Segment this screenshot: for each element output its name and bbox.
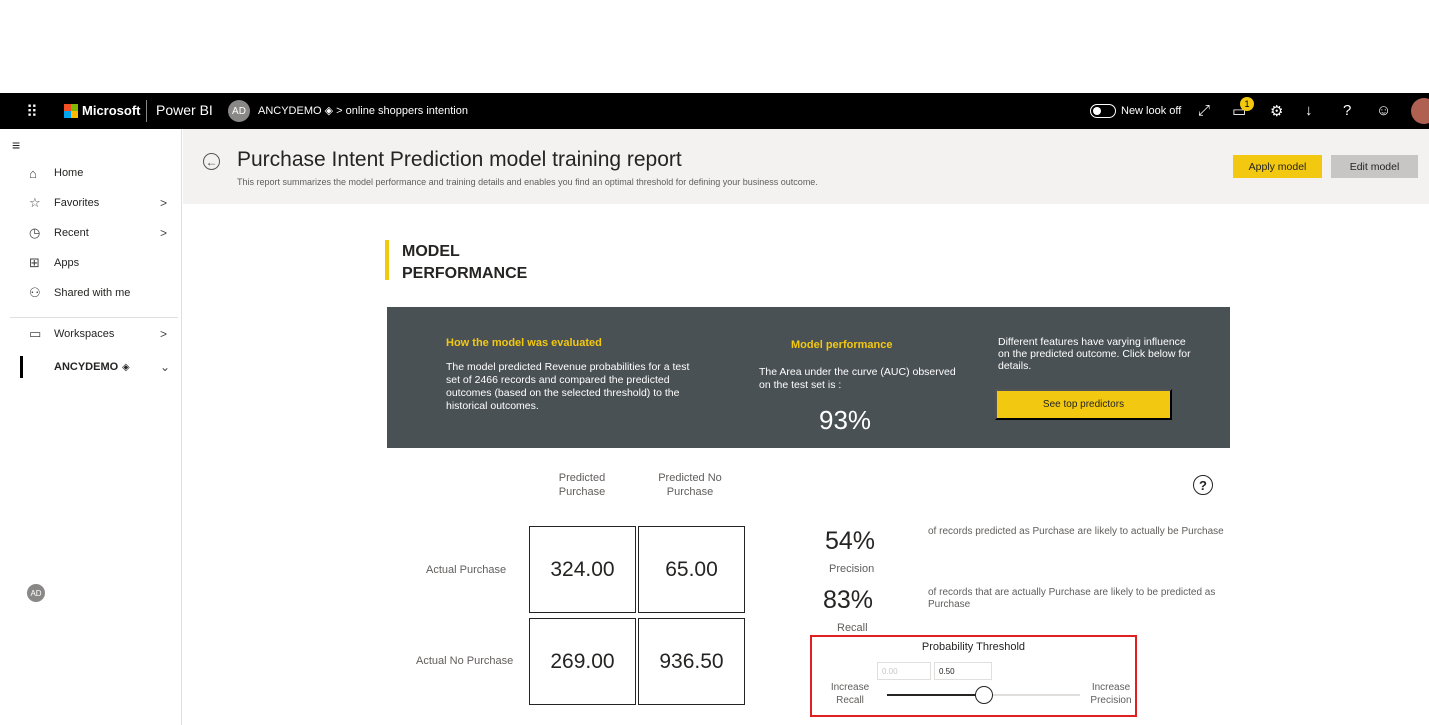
sidebar-item-favorites[interactable]: ☆ Favorites > [0,191,182,215]
sidebar-item-label: Shared with me [54,287,131,299]
breadcrumb: ANCYDEMO ◈ > online shoppers intention [258,104,468,117]
chevron-right-icon[interactable]: > [160,226,167,240]
chevron-right-icon[interactable]: > [160,196,167,210]
threshold-title: Probability Threshold [921,641,1026,653]
expand-icon[interactable]: ⤢ [1198,102,1210,119]
threshold-slider-track[interactable] [887,686,1080,704]
increase-recall-label: Increase Recall [826,681,874,707]
increase-recall-text: Increase Recall [830,682,870,706]
recall-value: 83% [823,586,874,614]
precision-description: of records predicted as Purchase are lik… [928,526,1224,537]
workspace-avatar: AD [27,584,45,602]
home-icon: ⌂ [29,165,37,181]
increase-precision-text: Increase Precision [1090,682,1132,706]
sidebar-item-recent[interactable]: ◷ Recent > [0,221,182,245]
chevron-down-icon[interactable]: ⌄ [160,360,170,374]
sidebar-item-shared[interactable]: ⚇ Shared with me [0,281,182,305]
diamond-icon: ◈ [122,361,130,373]
sidebar-item-label: Workspaces [54,328,115,340]
settings-icon[interactable]: ⚙ [1270,102,1283,120]
sidebar-item-label: Favorites [54,197,100,209]
features-text: Different features have varying influenc… [998,336,1191,372]
breadcrumb-item[interactable]: online shoppers intention [346,105,468,117]
back-arrow-icon[interactable]: ← [203,153,220,170]
eval-heading: How the model was evaluated [446,337,602,349]
performance-heading: Model performance [791,339,893,351]
recall-description: of records that are actually Purchase ar… [928,587,1216,610]
sidebar-item-home[interactable]: ⌂ Home [0,161,182,185]
section-title: MODEL PERFORMANCE [402,243,528,282]
new-look-toggle[interactable] [1090,104,1116,118]
matrix-cell-tp: 324.00 [529,526,636,613]
sidebar: ≡ ⌂ Home ☆ Favorites > ◷ Recent > ⊞ Apps… [0,129,182,725]
eval-text: The model predicted Revenue probabilitie… [446,361,690,412]
page-subtitle: This report summarizes the model perform… [237,177,818,187]
row-header-actual-no-purchase: Actual No Purchase [416,655,514,667]
clock-icon: ◷ [29,225,41,240]
hamburger-menu-icon[interactable]: ≡ [12,137,20,153]
feedback-smiley-icon[interactable]: ☺ [1376,102,1391,119]
sidebar-item-workspaces[interactable]: ▭ Workspaces > [0,322,182,346]
sidebar-item-label: Home [54,167,84,179]
threshold-min-input: 0.00 [877,662,931,680]
section-accent-bar [385,240,389,280]
app-launcher-icon[interactable]: ⠿ [26,102,38,122]
matrix-cell-fp: 269.00 [529,618,636,705]
report-header: ← Purchase Intent Prediction model train… [183,129,1429,204]
star-icon: ☆ [29,195,41,210]
workspace-avatar: AD [228,100,250,122]
evaluation-panel: How the model was evaluated The model pr… [387,307,1230,448]
app-name[interactable]: Power BI [156,102,213,118]
sidebar-item-label: ANCYDEMO [54,361,119,373]
sidebar-item-ancydemo[interactable]: AD ANCYDEMO ◈ ⌄ [0,355,182,602]
sidebar-divider [10,317,178,318]
column-header-predicted-purchase: Predicted Purchase [558,472,606,498]
precision-value: 54% [825,527,876,555]
chevron-right-icon[interactable]: > [160,327,167,341]
breadcrumb-workspace[interactable]: ANCYDEMO [258,105,322,117]
threshold-slider-fill [887,694,984,696]
user-avatar[interactable] [1411,98,1429,124]
apps-icon: ⊞ [29,255,40,270]
precision-label: Precision [829,563,875,575]
auc-value: 93% [819,405,872,435]
apply-model-button[interactable]: Apply model [1233,155,1322,178]
shared-icon: ⚇ [29,285,41,300]
sidebar-item-apps[interactable]: ⊞ Apps [0,251,182,275]
new-look-label: New look off [1121,105,1182,117]
probability-threshold-panel: Probability Threshold 0.00 0.50 Increase… [810,635,1137,717]
sidebar-item-label: Recent [54,227,89,239]
help-icon[interactable]: ? [1343,102,1351,119]
page-title: Purchase Intent Prediction model trainin… [237,148,682,171]
performance-text: The Area under the curve (AUC) observed … [759,366,956,391]
brand-label[interactable]: Microsoft [82,103,141,118]
recall-label: Recall [837,622,868,634]
download-icon[interactable]: ↓ [1305,102,1313,119]
notification-badge: 1 [1240,97,1254,111]
row-header-actual-purchase: Actual Purchase [426,564,507,576]
threshold-value-input[interactable]: 0.50 [934,662,992,680]
matrix-cell-fn: 65.00 [638,526,745,613]
microsoft-logo [64,104,78,118]
edit-model-button[interactable]: Edit model [1331,155,1418,178]
workspaces-icon: ▭ [29,326,42,341]
chevron-right-icon: > [336,105,346,117]
column-header-predicted-no-purchase: Predicted No Purchase [658,472,722,498]
increase-precision-label: Increase Precision [1087,681,1135,707]
sidebar-item-label: Apps [54,257,80,269]
top-bar: ⠿ Microsoft Power BI AD ANCYDEMO ◈ > onl… [0,93,1429,129]
threshold-slider-thumb[interactable] [974,686,993,704]
matrix-cell-tn: 936.50 [638,618,745,705]
see-top-predictors-button[interactable]: See top predictors [995,389,1172,420]
divider [146,100,147,122]
diamond-icon: ◈ [324,105,337,117]
help-circle-icon[interactable]: ? [1193,475,1213,495]
